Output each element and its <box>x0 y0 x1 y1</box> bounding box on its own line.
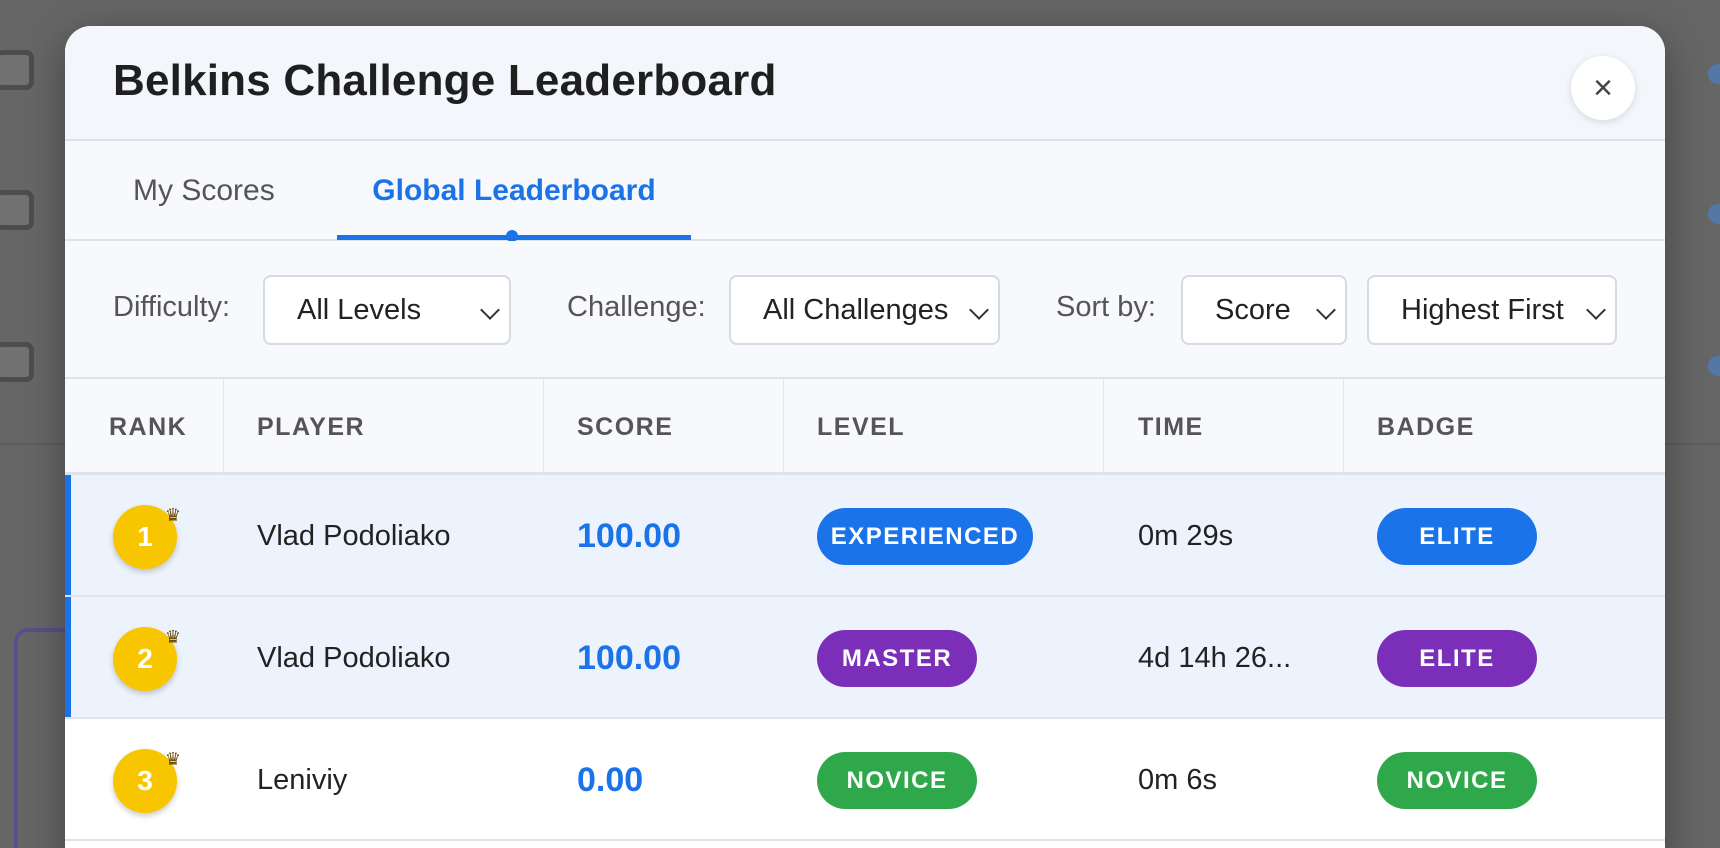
background-checkbox <box>0 50 34 90</box>
challenge-select[interactable]: All Challenges <box>729 275 1000 345</box>
tab-bar: My Scores Global Leaderboard <box>65 141 1665 242</box>
column-header-rank[interactable]: RANK <box>109 379 187 475</box>
modal-header: Belkins Challenge Leaderboard × <box>65 26 1665 141</box>
rank-badge: 1 ♛ <box>113 505 181 569</box>
column-header-level[interactable]: LEVEL <box>817 379 905 475</box>
modal-title: Belkins Challenge Leaderboard <box>113 56 777 105</box>
difficulty-label: Difficulty: <box>113 291 231 323</box>
score-value: 100.00 <box>577 516 681 555</box>
sort-select-value: Score <box>1215 293 1291 326</box>
column-separator <box>783 379 784 475</box>
table-row[interactable]: 1 ♛ Vlad Podoliako 100.00 EXPERIENCED 0m… <box>65 475 1665 597</box>
chevron-down-icon <box>1586 300 1606 320</box>
leaderboard-modal: Belkins Challenge Leaderboard × My Score… <box>65 26 1665 848</box>
order-select-value: Highest First <box>1401 293 1564 326</box>
column-separator <box>543 379 544 475</box>
crown-icon: ♛ <box>164 627 181 647</box>
column-separator <box>223 379 224 475</box>
chevron-down-icon <box>480 300 500 320</box>
time-value: 0m 6s <box>1138 763 1217 796</box>
column-header-score[interactable]: SCORE <box>577 379 673 475</box>
sort-label: Sort by: <box>1056 291 1156 323</box>
score-value: 0.00 <box>577 760 644 799</box>
tab-global-leaderboard[interactable]: Global Leaderboard <box>337 141 691 241</box>
table-row[interactable]: 3 ♛ Leniviy 0.00 NOVICE 0m 6s NOVICE <box>65 719 1665 841</box>
filter-bar: Difficulty: All Levels Challenge: All Ch… <box>65 241 1665 379</box>
column-header-time[interactable]: TIME <box>1138 379 1204 475</box>
background-indicator <box>1708 356 1720 376</box>
rank-number: 2 <box>137 643 153 674</box>
level-badge: NOVICE <box>817 752 977 809</box>
challenge-label: Challenge: <box>567 291 706 323</box>
achievement-badge: ELITE <box>1377 630 1537 687</box>
sort-select[interactable]: Score <box>1181 275 1347 345</box>
player-name: Leniviy <box>257 763 348 796</box>
column-header-player[interactable]: PLAYER <box>257 379 365 475</box>
level-badge: EXPERIENCED <box>817 508 1033 565</box>
column-header-badge[interactable]: BADGE <box>1377 379 1475 475</box>
rank-number: 3 <box>137 765 153 796</box>
achievement-badge: ELITE <box>1377 508 1537 565</box>
player-name: Vlad Podoliako <box>257 641 451 674</box>
chevron-down-icon <box>969 300 989 320</box>
rank-number: 1 <box>137 521 153 552</box>
player-name: Vlad Podoliako <box>257 519 451 552</box>
close-button[interactable]: × <box>1571 56 1635 120</box>
crown-icon: ♛ <box>164 749 181 769</box>
column-separator <box>1103 379 1104 475</box>
tab-my-scores[interactable]: My Scores <box>133 141 275 241</box>
background-checkbox <box>0 190 34 230</box>
close-icon: × <box>1593 68 1613 107</box>
background-indicator <box>1708 64 1720 84</box>
difficulty-select-value: All Levels <box>297 293 422 326</box>
background-checkbox <box>0 342 34 382</box>
challenge-select-value: All Challenges <box>763 293 949 326</box>
time-value: 0m 29s <box>1138 519 1234 552</box>
column-separator <box>1343 379 1344 475</box>
rank-badge: 2 ♛ <box>113 627 181 691</box>
rank-badge: 3 ♛ <box>113 749 181 813</box>
background-indicator <box>1708 204 1720 224</box>
difficulty-select[interactable]: All Levels <box>263 275 511 345</box>
table-header: RANK PLAYER SCORE LEVEL TIME BADGE <box>65 379 1665 475</box>
order-select[interactable]: Highest First <box>1367 275 1617 345</box>
chevron-down-icon <box>1316 300 1336 320</box>
table-row[interactable]: 2 ♛ Vlad Podoliako 100.00 MASTER 4d 14h … <box>65 597 1665 719</box>
time-value: 4d 14h 26... <box>1138 641 1292 674</box>
achievement-badge: NOVICE <box>1377 752 1537 809</box>
level-badge: MASTER <box>817 630 977 687</box>
score-value: 100.00 <box>577 638 681 677</box>
crown-icon: ♛ <box>164 505 181 525</box>
